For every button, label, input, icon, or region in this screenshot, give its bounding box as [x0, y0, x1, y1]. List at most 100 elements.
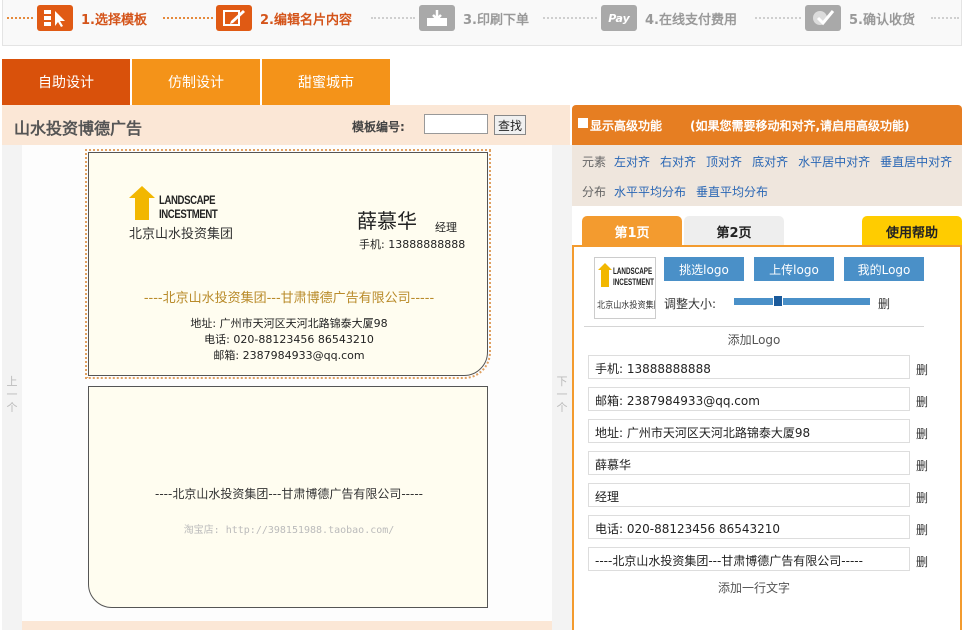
text-field-email[interactable]: 邮箱: 2387984933@qq.com — [588, 387, 910, 411]
step-dots — [755, 17, 801, 19]
step-dots — [371, 17, 415, 19]
step-label: 4.在线支付费用 — [645, 12, 737, 28]
advanced-bar: 显示高级功能 (如果您需要移动和对齐,请启用高级功能) — [572, 105, 962, 145]
card-back-company[interactable]: ----北京山水投资集团---甘肃博德广告有限公司----- — [89, 485, 489, 502]
delete-field-button[interactable]: 删 — [916, 425, 928, 442]
align-left[interactable]: 左对齐 — [614, 155, 650, 169]
advanced-label[interactable]: 显示高级功能 — [590, 117, 662, 134]
logo-thumbnail[interactable]: LANDSCAPE INCESTMENT 北京山水投资集团 — [594, 257, 656, 319]
page: 1.选择模板 2.编辑名片内容 3.印刷下单 Pay 4.在线支付费用 5.确认… — [0, 0, 965, 630]
delete-field-button[interactable]: 删 — [916, 521, 928, 538]
step-dots — [543, 17, 597, 19]
card-email[interactable]: 邮箱: 2387984933@qq.com — [89, 347, 489, 363]
logo-text-en-2: INCESTMENT — [613, 277, 654, 287]
add-text-line-link[interactable]: 添加一行文字 — [574, 579, 934, 596]
card-name[interactable]: 薛慕华 — [357, 205, 417, 234]
delete-field-button[interactable]: 删 — [916, 393, 928, 410]
distribute-vertical[interactable]: 垂直平均分布 — [696, 185, 768, 199]
tab-self-design[interactable]: 自助设计 — [2, 59, 130, 105]
template-code-input[interactable] — [424, 114, 488, 134]
choose-logo-button[interactable]: 挑选logo — [664, 257, 744, 281]
align-row: 元素 左对齐 右对齐 顶对齐 底对齐 水平居中对齐 垂直居中对齐 — [582, 153, 952, 170]
edit-pencil-icon — [216, 5, 252, 31]
align-right[interactable]: 右对齐 — [660, 155, 696, 169]
house-logo-icon — [129, 186, 155, 220]
my-logo-button[interactable]: 我的Logo — [844, 257, 924, 281]
next-card-label: 下一个 — [556, 375, 568, 414]
tab-page-2[interactable]: 第2页 — [684, 216, 784, 246]
step-label: 3.印刷下单 — [463, 12, 529, 28]
template-title: 山水投资博德广告 — [14, 119, 143, 138]
text-field-phone[interactable]: 手机: 13888888888 — [588, 355, 910, 379]
advanced-note: (如果您需要移动和对齐,请启用高级功能) — [690, 119, 910, 133]
edit-panel: LANDSCAPE INCESTMENT 北京山水投资集团 挑选logo 上传l… — [572, 245, 962, 630]
tab-page-1[interactable]: 第1页 — [582, 216, 682, 246]
prev-card-label: 上一个 — [6, 375, 18, 414]
align-toolbar: 元素 左对齐 右对齐 顶对齐 底对齐 水平居中对齐 垂直居中对齐 分布 水平平均分布 垂直平均分… — [572, 145, 962, 206]
text-field-company[interactable]: ----北京山水投资集团---甘肃博德广告有限公司----- — [588, 547, 910, 571]
card-job-title[interactable]: 经理 — [435, 219, 457, 235]
logo-text-en-2: INCESTMENT — [159, 207, 218, 221]
logo-size-slider-handle[interactable] — [773, 295, 784, 307]
template-cursor-icon — [37, 5, 73, 31]
step-5[interactable]: 5.确认收货 — [805, 4, 915, 32]
delete-field-button[interactable]: 删 — [916, 361, 928, 378]
distribute-label: 分布 — [582, 185, 607, 199]
pay-icon: Pay — [601, 5, 637, 31]
template-code-label: 模板编号: — [352, 120, 405, 134]
card-front[interactable]: LANDSCAPE INCESTMENT 北京山水投资集团 薛慕华 经理 手机:… — [85, 149, 491, 379]
step-label: 5.确认收货 — [849, 12, 915, 28]
step-dots — [7, 17, 33, 19]
advanced-checkbox[interactable] — [578, 118, 588, 128]
text-field-address[interactable]: 地址: 广州市天河区天河北路锦泰大厦98 — [588, 419, 910, 443]
align-element-label: 元素 — [582, 155, 607, 169]
delete-field-button[interactable]: 删 — [916, 553, 928, 570]
delete-field-button[interactable]: 删 — [916, 457, 928, 474]
upload-logo-button[interactable]: 上传logo — [754, 257, 834, 281]
logo-text-cn: 北京山水投资集团 — [129, 227, 234, 242]
card-back-shop[interactable]: 淘宝店: http://398151988.taobao.com/ — [89, 521, 489, 536]
house-logo-icon — [598, 263, 612, 287]
prev-card-strip[interactable]: 上一个 — [2, 145, 22, 630]
align-v-center[interactable]: 垂直居中对齐 — [880, 155, 952, 169]
step-3[interactable]: 3.印刷下单 — [419, 4, 529, 32]
order-steps: 1.选择模板 2.编辑名片内容 3.印刷下单 Pay 4.在线支付费用 5.确认… — [2, 0, 962, 46]
step-label: 1.选择模板 — [81, 12, 147, 28]
next-card-strip[interactable]: 下一个 — [552, 145, 572, 630]
help-button[interactable]: 使用帮助 — [862, 216, 962, 246]
step-4[interactable]: Pay 4.在线支付费用 — [601, 4, 737, 32]
text-field-title[interactable]: 经理 — [588, 483, 910, 507]
card-address[interactable]: 地址: 广州市天河区天河北路锦泰大厦98 — [89, 315, 489, 331]
text-field-name[interactable]: 薛慕华 — [588, 451, 910, 475]
logo-size-label: 调整大小: — [664, 297, 717, 311]
logo-text-cn: 北京山水投资集团 — [597, 301, 656, 311]
align-h-center[interactable]: 水平居中对齐 — [798, 155, 870, 169]
design-tabs: 自助设计 仿制设计 甜蜜城市 — [2, 59, 392, 105]
search-button[interactable]: 查找 — [494, 115, 526, 135]
delete-field-button[interactable]: 删 — [916, 489, 928, 506]
text-field-tel[interactable]: 电话: 020-88123456 86543210 — [588, 515, 910, 539]
card-company[interactable]: ----北京山水投资集团---甘肃博德广告有限公司----- — [89, 287, 489, 306]
align-bottom[interactable]: 底对齐 — [752, 155, 788, 169]
logo-delete-button[interactable]: 删 — [878, 295, 890, 312]
logo-text-en-1: LANDSCAPE — [613, 266, 653, 276]
card-tel[interactable]: 电话: 020-88123456 86543210 — [89, 331, 489, 347]
page-tabs: 第1页 第2页 使用帮助 — [572, 206, 962, 246]
step-2[interactable]: 2.编辑名片内容 — [216, 4, 352, 32]
logo-size-slider[interactable] — [734, 298, 870, 305]
print-download-icon — [419, 5, 455, 31]
step-label: 2.编辑名片内容 — [260, 12, 352, 28]
card-phone[interactable]: 手机: 13888888888 — [359, 236, 465, 252]
align-top[interactable]: 顶对齐 — [706, 155, 742, 169]
card-back[interactable]: ----北京山水投资集团---甘肃博德广告有限公司----- 淘宝店: http… — [88, 386, 488, 608]
tab-sweet-city[interactable]: 甜蜜城市 — [262, 59, 390, 105]
add-logo-link[interactable]: 添加Logo — [574, 331, 934, 348]
distribute-horizontal[interactable]: 水平平均分布 — [614, 185, 686, 199]
step-dots — [163, 17, 213, 19]
tab-copy-design[interactable]: 仿制设计 — [132, 59, 260, 105]
confirm-check-icon — [805, 5, 841, 31]
logo-text-en-1: LANDSCAPE — [159, 193, 216, 207]
divider — [584, 326, 924, 327]
stage-footer — [22, 621, 552, 630]
step-1[interactable]: 1.选择模板 — [37, 4, 147, 32]
